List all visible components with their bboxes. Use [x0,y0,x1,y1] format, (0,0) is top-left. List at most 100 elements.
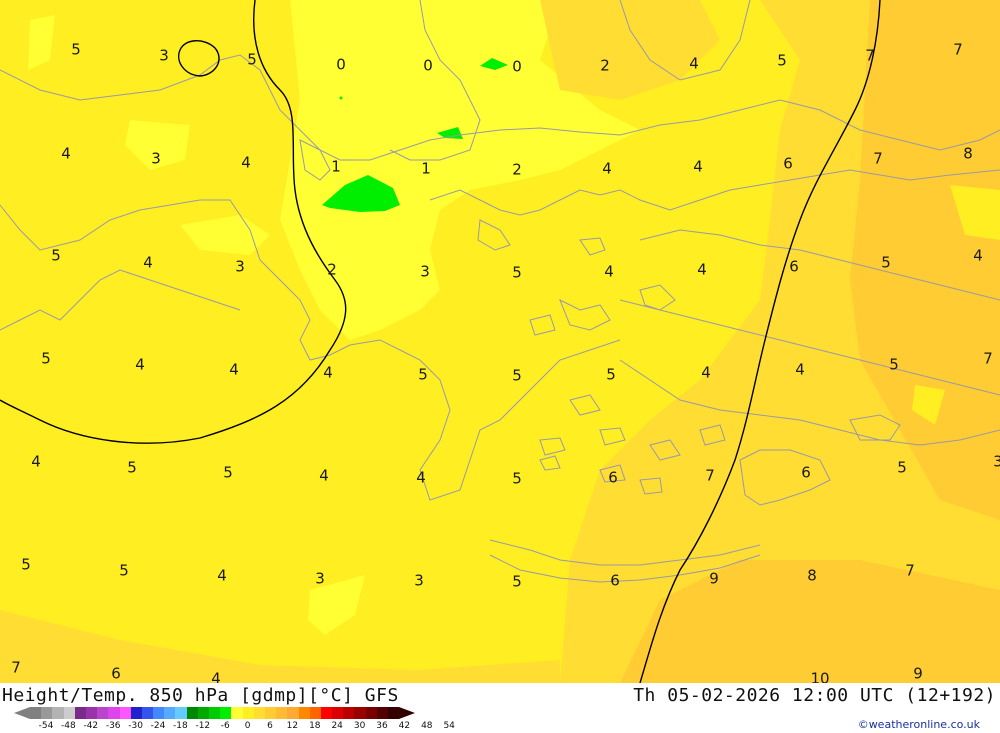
scale-swatch [231,707,243,719]
scale-arrow-right [399,707,416,719]
scale-swatch [242,707,254,719]
scale-swatch [343,707,355,719]
map-value-label: 4 [229,360,239,379]
scale-tick-label: 12 [286,721,299,731]
map-valid-time: Th 05-02-2026 12:00 UTC (12+192) [633,685,996,706]
scale-swatch [264,707,277,719]
scale-swatch [41,707,53,719]
map-value-label: 9 [913,664,923,683]
map-value-label: 4 [693,157,703,176]
map-value-label: 5 [21,555,31,574]
scale-swatch [153,707,165,719]
map-value-label: 4 [973,246,983,265]
map-value-label: 0 [423,56,433,75]
map-value-label: 4 [61,144,71,163]
map-value-label: 3 [159,46,169,65]
map-value-label: 5 [606,365,616,384]
map-value-label: 7 [11,658,21,677]
scale-swatch [164,707,176,719]
map-value-label: 7 [873,149,883,168]
map-value-label: 5 [512,366,522,385]
scale-tick-label: -54 [38,721,54,731]
scale-swatch [85,707,98,719]
map-value-label: 5 [418,365,428,384]
map-value-label: 4 [241,153,251,172]
map-value-label: 6 [783,154,793,173]
map-value-label: 3 [235,257,245,276]
scale-swatch [30,707,42,719]
map-value-label: 0 [512,57,522,76]
map-value-label: 5 [119,561,129,580]
map-value-label: 3 [315,569,325,588]
scale-arrow-left [14,707,30,719]
scale-tick-label: -18 [173,721,188,731]
scale-swatch [63,707,75,719]
map-value-label: 2 [600,56,610,75]
scale-swatch [119,707,131,719]
map-value-label: 4 [701,363,711,382]
scale-swatch [209,707,221,719]
map-value-label: 4 [697,260,707,279]
map-value-label: 4 [604,262,614,281]
scale-swatch [298,707,310,719]
color-scale-ticks: -54 -48 -42 -36 -30 -24 -18 -12 -6 0 6 12 18 24 30 36 42… [30,721,470,732]
scale-tick-label: -30 [128,721,143,731]
map-value-label: 10 [810,669,830,683]
scale-swatch [332,707,344,719]
scale-tick-label: -12 [195,721,211,731]
scale-tick-label: 30 [353,721,366,731]
map-value-label: 4 [689,54,699,73]
map-value-label: 6 [610,571,620,590]
scale-swatch [74,707,86,719]
map-value-label: 5 [51,246,61,265]
temp-field-green-4 [339,96,343,100]
map-value-label: 3 [420,262,430,281]
scale-swatch [354,707,366,719]
map-value-label: 4 [143,253,153,272]
map-value-label: 5 [512,469,522,488]
map-value-label: 4 [602,159,612,178]
map-value-label: 3 [414,571,424,590]
scale-tick-label: -48 [61,721,76,731]
map-value-label: 5 [881,253,891,272]
scale-tick-label: 0 [244,721,251,731]
scale-tick-label: -36 [105,721,121,731]
color-scale-bar [14,707,416,719]
scale-tick-label: 24 [331,721,343,731]
map-value-label: 5 [512,572,522,591]
map-canvas [0,0,1000,683]
map-value-label: 7 [953,40,963,59]
scale-tick-label: 54 [443,721,455,731]
map-value-label: 9 [709,569,719,588]
map-value-label: 5 [223,463,233,482]
map-value-label: 4 [416,468,426,487]
map-value-label: 7 [865,46,875,65]
map-value-label: 4 [31,452,41,471]
map-value-label: 7 [705,466,715,485]
map-value-label: 1 [331,157,341,176]
scale-tick-label: 42 [398,721,411,731]
map-value-label: 6 [111,664,121,683]
scale-swatch [253,707,265,719]
map-value-label: 6 [801,463,811,482]
scale-swatch [175,707,187,719]
scale-tick-label: -6 [220,721,230,731]
scale-swatch [376,707,388,719]
scale-tick-label: 6 [267,721,273,731]
scale-tick-label: -42 [83,721,99,731]
map-value-label: 4 [795,360,805,379]
map-value-label: 5 [41,349,51,368]
scale-swatch [365,707,377,719]
map-value-label: 4 [323,363,333,382]
map-value-label: 5 [512,263,522,282]
map-value-label: 5 [897,458,907,477]
scale-swatch [108,707,120,719]
map-value-label: 2 [327,260,337,279]
credit-link[interactable]: ©weatheronline.co.uk [858,718,980,731]
scale-swatch [276,707,288,719]
map-value-label: 5 [889,355,899,374]
weather-map: 5 3 5 0 0 0 2 4 5 7 7 4 3 4 1 1 2 4 4 6 7 8 5 4 3 2 3 5 4 4 6 5 4 5 4 4 4 5 5 5… [0,0,1000,683]
map-value-label: 3 [151,149,161,168]
map-value-label: 6 [608,468,618,487]
scale-swatch [220,707,232,719]
